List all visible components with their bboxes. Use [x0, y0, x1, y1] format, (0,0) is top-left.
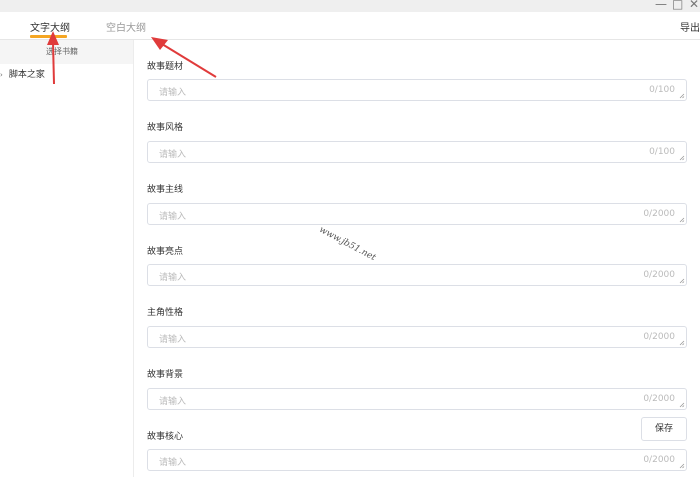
protagonist-input-placeholder: 请输入 [159, 335, 187, 345]
active-tab-indicator [30, 35, 67, 38]
maximize-icon[interactable]: □ [672, 0, 683, 11]
resize-grip-icon[interactable] [679, 155, 685, 161]
background-char-count: 0/2000 [643, 394, 675, 404]
tab-bar: 文字大纲 空白大纲 [0, 12, 700, 40]
theme-input[interactable]: 请输入 0/100 [147, 79, 687, 101]
field-label-highlights: 故事亮点 [147, 247, 184, 257]
sidebar-header: 选择书籍 [0, 40, 133, 64]
style-input[interactable]: 请输入 0/100 [147, 141, 687, 163]
window-titlebar: — □ ✕ [0, 0, 700, 12]
outline-form: 故事题材 请输入 0/100 故事风格 请输入 0/100 故事主线 请输入 0… [134, 40, 700, 477]
mainline-input[interactable]: 请输入 0/2000 [147, 203, 687, 225]
mainline-input-placeholder: 请输入 [159, 212, 187, 222]
theme-input-placeholder: 请输入 [159, 88, 187, 98]
mainline-char-count: 0/2000 [643, 209, 675, 219]
minimize-icon[interactable]: — [655, 0, 667, 11]
field-label-protagonist: 主角性格 [147, 308, 184, 318]
save-button[interactable]: 保存 [641, 417, 687, 441]
chevron-right-icon[interactable]: › [0, 71, 6, 79]
sidebar: 选择书籍 › 脚本之家 [0, 40, 134, 477]
core-input-placeholder: 请输入 [159, 458, 187, 468]
background-input[interactable]: 请输入 0/2000 [147, 388, 687, 410]
field-label-background: 故事背景 [147, 370, 184, 380]
export-button[interactable]: 导出 [680, 19, 700, 34]
field-label-theme: 故事题材 [147, 62, 184, 72]
highlights-input-placeholder: 请输入 [159, 273, 187, 283]
highlights-input[interactable]: 请输入 0/2000 [147, 264, 687, 286]
core-char-count: 0/2000 [643, 455, 675, 465]
field-label-mainline: 故事主线 [147, 185, 184, 195]
tree-item-book[interactable]: › 脚本之家 [0, 67, 45, 80]
resize-grip-icon[interactable] [679, 402, 685, 408]
close-icon[interactable]: ✕ [689, 0, 699, 11]
resize-grip-icon[interactable] [679, 93, 685, 99]
protagonist-input[interactable]: 请输入 0/2000 [147, 326, 687, 348]
style-input-placeholder: 请输入 [159, 150, 187, 160]
tab-blank-outline[interactable]: 空白大纲 [106, 19, 146, 34]
field-label-style: 故事风格 [147, 123, 184, 133]
field-label-core: 故事核心 [147, 432, 184, 442]
protagonist-char-count: 0/2000 [643, 332, 675, 342]
background-input-placeholder: 请输入 [159, 397, 187, 407]
resize-grip-icon[interactable] [679, 278, 685, 284]
highlights-char-count: 0/2000 [643, 270, 675, 280]
style-char-count: 0/100 [649, 147, 675, 157]
resize-grip-icon[interactable] [679, 217, 685, 223]
tab-text-outline[interactable]: 文字大纲 [30, 19, 70, 34]
sidebar-header-label: 选择书籍 [46, 47, 78, 56]
resize-grip-icon[interactable] [679, 340, 685, 346]
theme-char-count: 0/100 [649, 85, 675, 95]
resize-grip-icon[interactable] [679, 463, 685, 469]
core-input[interactable]: 请输入 0/2000 [147, 449, 687, 471]
tree-item-label: 脚本之家 [8, 70, 45, 80]
